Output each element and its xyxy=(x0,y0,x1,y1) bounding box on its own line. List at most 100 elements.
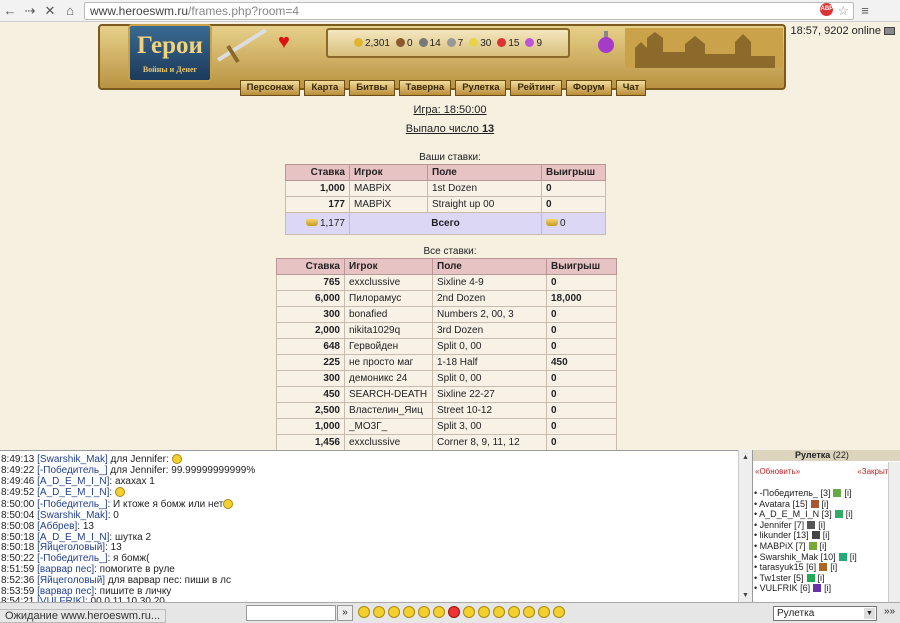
user-name[interactable]: Swarshik_Mak [10] xyxy=(760,552,836,562)
gems-icon xyxy=(525,37,535,47)
clan-icon xyxy=(819,563,828,572)
user-info-link[interactable]: [i] xyxy=(822,499,829,509)
smiley-icon[interactable] xyxy=(478,606,490,618)
menu-tavern[interactable]: Таверна xyxy=(398,80,452,96)
scroll-down-icon[interactable]: ▼ xyxy=(742,592,749,599)
online-user[interactable]: • VULFRIK [6] [i] xyxy=(754,583,831,594)
online-user[interactable]: • Tw1ster [5] [i] xyxy=(754,573,825,584)
user-info-link[interactable]: [i] xyxy=(850,552,857,562)
smiley-icon[interactable] xyxy=(448,606,460,618)
smiley-icon[interactable] xyxy=(508,606,520,618)
bookmark-star-icon[interactable]: ☆ xyxy=(837,3,849,19)
smiley-icon[interactable] xyxy=(418,606,430,618)
smiley-icon[interactable] xyxy=(523,606,535,618)
user-name[interactable]: tarasyuk15 [6] xyxy=(760,562,817,572)
chat-message-input[interactable] xyxy=(246,605,336,621)
smiley-icon[interactable] xyxy=(538,606,550,618)
chat-nick[interactable]: [-Победитель_] xyxy=(37,499,107,510)
smiley-icon[interactable] xyxy=(493,606,505,618)
smiley-icon[interactable] xyxy=(553,606,565,618)
game-time-link[interactable]: Игра: 18:50:00 xyxy=(413,104,486,116)
smiley-icon[interactable] xyxy=(433,606,445,618)
forward-icon[interactable]: ⇢ xyxy=(20,1,40,21)
chat-nick[interactable]: [A_D_E_M_I_N] xyxy=(37,532,109,543)
chat-nick[interactable]: [Аббрев] xyxy=(37,521,77,532)
menu-battles[interactable]: Битвы xyxy=(349,80,395,96)
game-logo[interactable]: Герои Войны и Денег xyxy=(128,24,212,82)
table-cell: 2,500 xyxy=(276,402,345,419)
smiley-icon[interactable] xyxy=(403,606,415,618)
smiley-icon[interactable] xyxy=(388,606,400,618)
user-info-link[interactable]: [i] xyxy=(818,520,825,530)
chat-nick[interactable]: [варвар пес] xyxy=(37,564,94,575)
chat-nick[interactable]: [Яйцеголовый] xyxy=(37,575,105,586)
menu-roulette[interactable]: Рулетка xyxy=(455,80,507,96)
menu-forum[interactable]: Форум xyxy=(565,80,612,96)
chat-scrollbar[interactable]: ▲ ▼ xyxy=(738,450,752,602)
stop-icon[interactable]: ✕ xyxy=(40,1,60,21)
crystal-icon xyxy=(497,37,507,47)
online-user[interactable]: • likunder [13] [i] xyxy=(754,530,830,541)
user-info-link[interactable]: [i] xyxy=(820,541,827,551)
chat-time: 8:50:22 xyxy=(1,553,35,565)
user-name[interactable]: MABPiX [7] xyxy=(760,541,806,551)
chat-nick[interactable]: [варвар пес] xyxy=(37,586,94,597)
result-link[interactable]: Выпало число 13 xyxy=(406,123,494,135)
menu-chat[interactable]: Чат xyxy=(615,80,647,96)
room-header: Рулетка (22) xyxy=(753,450,900,461)
table-cell: 225 xyxy=(276,354,345,371)
user-name[interactable]: Tw1ster [5] xyxy=(760,573,804,583)
online-user[interactable]: • MABPiX [7] [i] xyxy=(754,541,827,552)
user-name[interactable]: Jennifer [7] xyxy=(760,520,805,530)
online-user[interactable]: • tarasyuk15 [6] [i] xyxy=(754,562,837,573)
smiley-icon[interactable] xyxy=(358,606,370,618)
forward-button[interactable]: »» xyxy=(884,606,895,617)
user-name[interactable]: likunder [13] xyxy=(760,530,809,540)
menu-rating[interactable]: Рейтинг xyxy=(510,80,562,96)
user-info-link[interactable]: [i] xyxy=(818,573,825,583)
home-icon[interactable]: ⌂ xyxy=(60,1,80,21)
chat-nick[interactable]: [-Победитель_] xyxy=(37,465,107,476)
online-user[interactable]: • Avatara [15] [i] xyxy=(754,499,829,510)
user-name[interactable]: Avatara [15] xyxy=(759,499,807,509)
online-user[interactable]: • A_D_E_M_I_N [3] [i] xyxy=(754,509,853,520)
castle-illustration xyxy=(625,28,783,68)
address-bar[interactable]: www.heroeswm.ru/frames.php?room=4 ABP ☆ xyxy=(84,1,854,20)
user-name[interactable]: A_D_E_M_I_N [3] xyxy=(759,509,832,519)
chat-nick[interactable]: [Яйцеголовый] xyxy=(37,542,105,553)
chat-time: 8:49:13 xyxy=(1,454,35,465)
chat-nick[interactable]: [-Победитель_] xyxy=(37,553,107,564)
user-info-link[interactable]: [i] xyxy=(846,509,853,519)
online-user[interactable]: • -Победитель_ [3] [i] xyxy=(754,488,851,499)
adblock-icon[interactable]: ABP xyxy=(820,2,834,16)
scroll-up-icon[interactable]: ▲ xyxy=(742,454,749,461)
chat-nick[interactable]: [Swarshik_Mak] xyxy=(37,510,108,521)
menu-map[interactable]: Карта xyxy=(304,80,346,96)
user-name[interactable]: VULFRIK [6] xyxy=(760,583,811,593)
menu-character[interactable]: Персонаж xyxy=(239,80,301,96)
table-cell: Пилорамус xyxy=(344,290,433,307)
online-user[interactable]: • Jennifer [7] [i] xyxy=(754,520,825,531)
chat-nick[interactable]: [Swarshik_Mak] xyxy=(37,454,108,465)
smiley-icon[interactable] xyxy=(373,606,385,618)
table-cell: exxclussive xyxy=(344,434,433,450)
mini-window-icon[interactable] xyxy=(884,27,895,35)
room-select[interactable]: Рулетка ▼ xyxy=(773,606,877,621)
user-name[interactable]: -Победитель_ [3] xyxy=(760,488,831,498)
chat-nick[interactable]: [A_D_E_M_I_N] xyxy=(37,476,109,487)
user-count: (22) xyxy=(832,450,849,460)
menu-icon[interactable]: ≡ xyxy=(854,1,876,21)
user-info-link[interactable]: [i] xyxy=(830,562,837,572)
users-scrollbar[interactable] xyxy=(888,462,900,602)
chat-nick[interactable]: [A_D_E_M_I_N] xyxy=(37,487,109,498)
user-info-link[interactable]: [i] xyxy=(824,583,831,593)
user-info-link[interactable]: [i] xyxy=(823,530,830,540)
roulette-results: Игра: 18:50:00 Выпало число 13 Ваши став… xyxy=(0,98,900,450)
refresh-link[interactable]: «Обновить» xyxy=(755,467,800,476)
online-user[interactable]: • Swarshik_Mak [10] [i] xyxy=(754,552,857,563)
user-info-link[interactable]: [i] xyxy=(844,488,851,498)
send-button[interactable]: » xyxy=(337,605,353,621)
back-icon[interactable]: ← xyxy=(0,1,20,21)
col-win: Выигрыш xyxy=(546,258,617,275)
smiley-icon[interactable] xyxy=(463,606,475,618)
